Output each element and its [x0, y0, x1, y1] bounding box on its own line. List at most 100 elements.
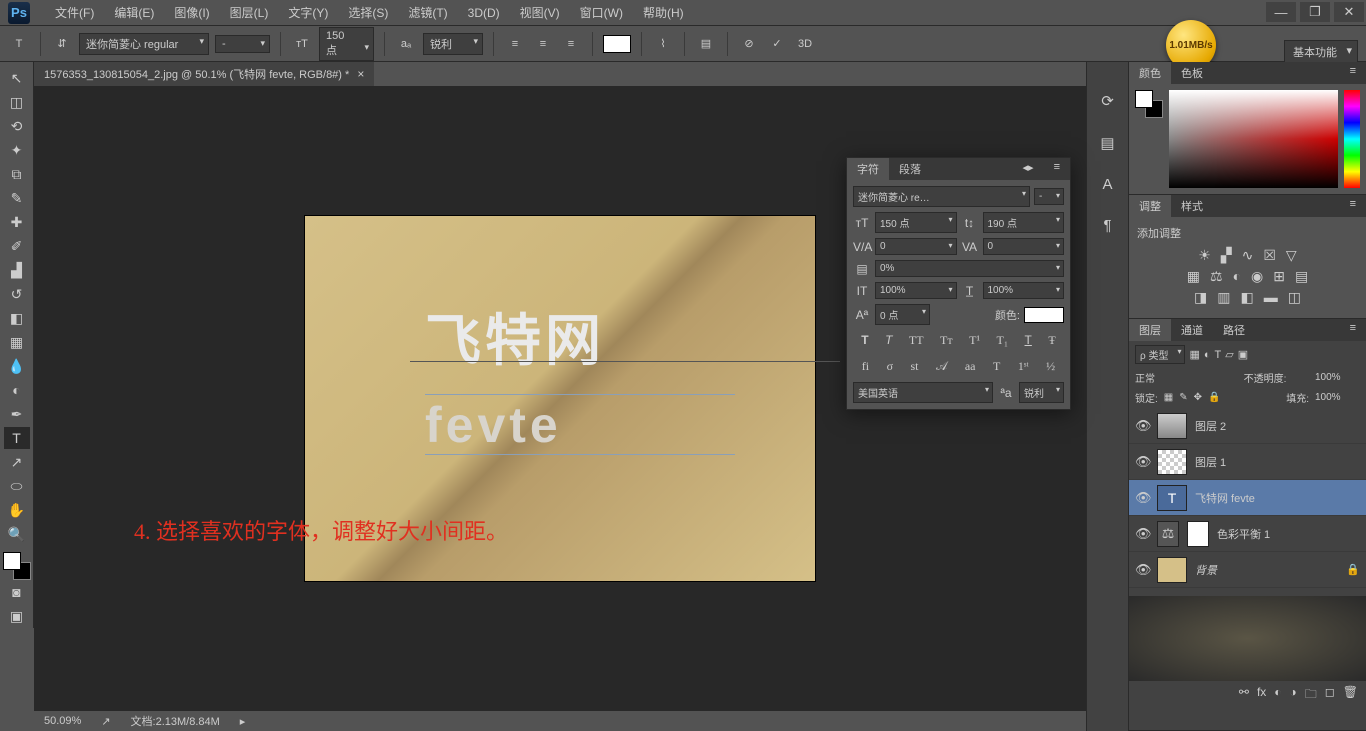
ot-fraction[interactable]: ½ — [1046, 359, 1055, 374]
visibility-icon[interactable]: 👁 — [1135, 490, 1149, 506]
adj-exposure-icon[interactable]: ☒ — [1263, 247, 1276, 264]
group-icon[interactable]: 🗀 — [1305, 685, 1317, 706]
quickmask-tool[interactable]: ◙ — [4, 581, 30, 603]
adj-invert-icon[interactable]: ◨ — [1194, 289, 1207, 306]
menu-type[interactable]: 文字(Y) — [278, 4, 338, 21]
align-left-icon[interactable]: ≡ — [504, 33, 526, 55]
layer-name[interactable]: 背景 — [1195, 562, 1217, 578]
color-swatches[interactable] — [3, 552, 31, 580]
fill-field[interactable]: 100% — [1315, 392, 1360, 403]
canvas-text-2[interactable]: fevte — [425, 396, 562, 454]
paragraph-icon[interactable]: ¶ — [1103, 217, 1111, 234]
tab-swatches[interactable]: 色板 — [1171, 62, 1213, 84]
adjust-panel-menu-icon[interactable]: ≡ — [1340, 195, 1366, 217]
visibility-icon[interactable]: 👁 — [1135, 562, 1149, 578]
adj-lookup-icon[interactable]: ▤ — [1295, 268, 1308, 285]
menu-file[interactable]: 文件(F) — [45, 4, 104, 21]
layer-fx-icon[interactable]: fx — [1257, 685, 1266, 706]
char-hscale-field[interactable]: 100% — [983, 282, 1065, 299]
ot-st[interactable]: st — [911, 359, 919, 374]
adj-mixer-icon[interactable]: ⊞ — [1273, 268, 1285, 285]
smallcaps[interactable]: Tᴛ — [940, 333, 953, 348]
char-vscale-field[interactable]: 100% — [875, 282, 957, 299]
adj-colorbal-icon[interactable]: ⚖ — [1210, 268, 1223, 285]
layer-row[interactable]: 👁 背景 🔒 — [1129, 552, 1366, 588]
zoom-level[interactable]: 50.09% — [44, 715, 81, 727]
new-layer-icon[interactable]: ◻ — [1325, 685, 1335, 706]
export-icon[interactable]: ↗ — [101, 715, 110, 728]
menu-help[interactable]: 帮助(H) — [633, 4, 694, 21]
menu-filter[interactable]: 滤镜(T) — [398, 4, 457, 21]
layer-thumb-adjust[interactable]: ⚖ — [1157, 521, 1179, 547]
adj-poster-icon[interactable]: ▥ — [1217, 289, 1230, 306]
layer-row[interactable]: 👁 图层 2 — [1129, 408, 1366, 444]
char-scale-field[interactable]: 0% — [875, 260, 1064, 277]
maximize-button[interactable]: ❐ — [1300, 2, 1330, 22]
lock-brush-icon[interactable]: ✎ — [1179, 392, 1187, 403]
adj-selcolor-icon[interactable]: ◫ — [1288, 289, 1301, 306]
hand-tool[interactable]: ✋ — [4, 499, 30, 521]
3d-icon[interactable]: 3D — [794, 33, 816, 55]
layer-row[interactable]: 👁 ⚖ 色彩平衡 1 — [1129, 516, 1366, 552]
color-spectrum[interactable] — [1169, 90, 1338, 188]
menu-window[interactable]: 窗口(W) — [570, 4, 633, 21]
layer-thumb-text[interactable]: T — [1157, 485, 1187, 511]
char-aa-dropdown[interactable]: 锐利 — [1019, 382, 1064, 403]
tab-close-icon[interactable]: × — [357, 67, 364, 81]
opacity-field[interactable]: 100% — [1315, 372, 1360, 383]
adj-bw-icon[interactable]: ◐ — [1233, 268, 1241, 285]
faux-bold[interactable]: T — [861, 333, 868, 348]
lock-all-icon[interactable]: 🔒 — [1208, 392, 1220, 403]
adj-hue-icon[interactable]: ▦ — [1187, 268, 1200, 285]
align-center-icon[interactable]: ≡ — [532, 33, 554, 55]
pen-tool[interactable]: ✒ — [4, 403, 30, 425]
filter-shape-icon[interactable]: ▱ — [1225, 348, 1233, 361]
tab-character[interactable]: 字符 — [847, 158, 889, 180]
delete-layer-icon[interactable]: 🗑 — [1343, 685, 1358, 706]
lock-move-icon[interactable]: ✥ — [1194, 392, 1202, 403]
char-color-swatch[interactable] — [1024, 307, 1064, 323]
zoom-tool[interactable]: 🔍 — [4, 523, 30, 545]
blur-tool[interactable]: 💧 — [4, 355, 30, 377]
layer-thumb[interactable] — [1157, 557, 1187, 583]
text-color-swatch[interactable] — [603, 35, 631, 53]
menu-image[interactable]: 图像(I) — [164, 4, 219, 21]
layers-panel-menu-icon[interactable]: ≡ — [1340, 319, 1366, 341]
layer-row[interactable]: 👁 图层 1 — [1129, 444, 1366, 480]
tab-paragraph[interactable]: 段落 — [889, 158, 931, 180]
ot-ordinal[interactable]: 1ˢᵗ — [1018, 359, 1029, 374]
char-font-dropdown[interactable]: 迷你简菱心 re… — [853, 186, 1030, 207]
status-arrow-icon[interactable]: ▸ — [240, 715, 246, 728]
shape-tool[interactable]: ⬭ — [4, 475, 30, 497]
gradient-tool[interactable]: ▦ — [4, 331, 30, 353]
filter-smart-icon[interactable]: ▣ — [1238, 348, 1248, 361]
menu-3d[interactable]: 3D(D) — [458, 6, 510, 20]
move-tool[interactable]: ↖ — [4, 67, 30, 89]
workspace-switcher[interactable]: 基本功能 — [1284, 40, 1358, 64]
close-button[interactable]: ✕ — [1334, 2, 1364, 22]
tab-color[interactable]: 颜色 — [1129, 62, 1171, 84]
char-kerning-field[interactable]: 0 — [875, 238, 957, 255]
visibility-icon[interactable]: 👁 — [1135, 454, 1149, 470]
layer-kind-filter[interactable]: ρ 类型 — [1135, 345, 1185, 364]
strikethrough[interactable]: Ŧ — [1048, 333, 1055, 348]
menu-layer[interactable]: 图层(L) — [220, 4, 279, 21]
antialias-dropdown[interactable]: 锐利 — [423, 33, 483, 55]
layer-name[interactable]: 图层 1 — [1195, 454, 1226, 470]
ot-swash[interactable]: 𝒜 — [936, 359, 947, 374]
layer-name[interactable]: 图层 2 — [1195, 418, 1226, 434]
panel-collapse-icon[interactable]: ◂▸ — [1013, 158, 1044, 180]
document-tab[interactable]: 1576353_130815054_2.jpg @ 50.1% (飞特网 fev… — [34, 62, 374, 86]
adj-gradient-icon[interactable]: ▬ — [1264, 289, 1278, 306]
marquee-tool[interactable]: ◫ — [4, 91, 30, 113]
eyedropper-tool[interactable]: ✎ — [4, 187, 30, 209]
tab-channels[interactable]: 通道 — [1171, 319, 1213, 341]
font-style-dropdown[interactable]: - — [215, 35, 270, 53]
tab-paths[interactable]: 路径 — [1213, 319, 1255, 341]
char-leading-field[interactable]: 190 点 — [983, 212, 1065, 233]
adj-threshold-icon[interactable]: ◧ — [1241, 289, 1254, 306]
warp-text-icon[interactable]: ⌇ — [652, 33, 674, 55]
brush-tool[interactable]: ✐ — [4, 235, 30, 257]
color-panel-menu-icon[interactable]: ≡ — [1340, 62, 1366, 84]
blend-mode-dropdown[interactable]: 正常 — [1135, 370, 1215, 385]
